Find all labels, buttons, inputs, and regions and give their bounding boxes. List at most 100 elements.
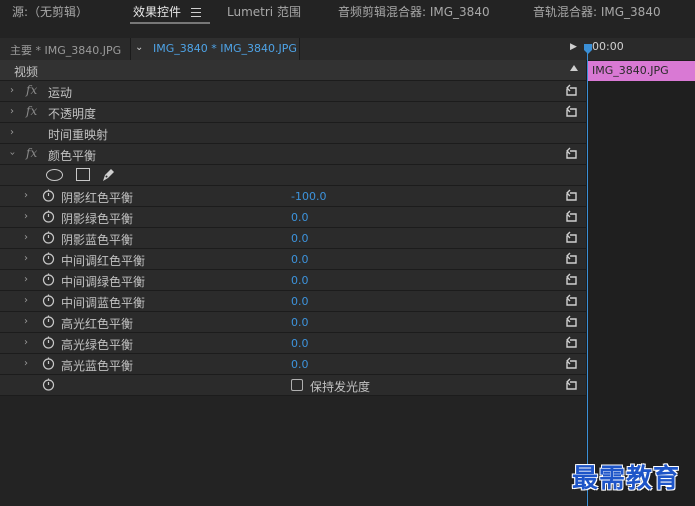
param-row[interactable]: › 中间调蓝色平衡 0.0 — [0, 291, 586, 312]
reset-icon[interactable] — [564, 335, 578, 349]
param-row[interactable]: › 阴影蓝色平衡 0.0 — [0, 228, 586, 249]
effect-label: 运动 — [48, 86, 73, 100]
param-value[interactable]: 0.0 — [291, 211, 309, 224]
chevron-right-icon[interactable]: › — [24, 295, 28, 306]
master-clip-label[interactable]: 主要 * IMG_3840.JPG — [10, 42, 121, 58]
stopwatch-icon[interactable] — [42, 273, 55, 286]
reset-icon[interactable] — [564, 230, 578, 244]
param-row[interactable]: › 中间调红色平衡 0.0 — [0, 249, 586, 270]
chevron-right-icon[interactable]: › — [24, 337, 28, 348]
effect-row-time-remap[interactable]: › 时间重映射 — [0, 123, 586, 144]
param-row[interactable]: › 阴影红色平衡 -100.0 — [0, 186, 586, 207]
stopwatch-icon[interactable] — [42, 210, 55, 223]
effect-row-opacity[interactable]: › fx 不透明度 — [0, 102, 586, 123]
color-balance-params: › 阴影红色平衡 -100.0 › 阴影绿色平衡 0.0 › 阴影蓝色平衡 0.0 › 中间调红色平… — [0, 186, 586, 375]
param-row-preserve-luminosity: 保持发光度 — [0, 375, 586, 396]
param-row[interactable]: › 中间调绿色平衡 0.0 — [0, 270, 586, 291]
fx-toggle-icon[interactable]: fx — [26, 146, 37, 160]
chevron-right-icon[interactable]: › — [10, 85, 14, 96]
reset-icon[interactable] — [564, 146, 578, 160]
effects-list: 视频 › fx 运动 › fx 不透明度 › 时间重映射 › fx 颜色平衡 ›… — [0, 60, 586, 396]
param-value[interactable]: 0.0 — [291, 337, 309, 350]
stopwatch-icon[interactable] — [42, 357, 55, 370]
mask-tools-row — [0, 165, 586, 186]
stopwatch-icon[interactable] — [42, 231, 55, 244]
playhead-line[interactable] — [587, 44, 588, 506]
reset-icon[interactable] — [564, 83, 578, 97]
param-value[interactable]: 0.0 — [291, 316, 309, 329]
fx-toggle-icon[interactable]: fx — [26, 104, 37, 118]
stopwatch-icon[interactable] — [42, 294, 55, 307]
rectangle-mask-icon[interactable] — [76, 168, 90, 181]
tab-effect-controls[interactable]: 效果控件 — [133, 3, 201, 20]
reset-icon[interactable] — [564, 188, 578, 202]
reset-icon[interactable] — [564, 356, 578, 370]
effect-label: 时间重映射 — [48, 128, 109, 142]
stopwatch-icon[interactable] — [42, 189, 55, 202]
param-label: 中间调蓝色平衡 — [61, 296, 146, 310]
fx-toggle-icon[interactable]: fx — [26, 83, 37, 97]
stopwatch-icon[interactable] — [42, 252, 55, 265]
chevron-right-icon[interactable]: › — [24, 211, 28, 222]
sequence-clip-label: IMG_3840 * IMG_3840.JPG — [153, 42, 297, 55]
video-section-header[interactable]: 视频 — [0, 60, 586, 81]
chevron-right-icon[interactable]: › — [24, 316, 28, 327]
param-row[interactable]: › 高光蓝色平衡 0.0 — [0, 354, 586, 375]
ellipse-mask-icon[interactable] — [46, 169, 63, 181]
panel-tab-bar: 源:（无剪辑） 效果控件 Lumetri 范围 音频剪辑混合器: IMG_384… — [0, 0, 695, 24]
param-row[interactable]: › 阴影绿色平衡 0.0 — [0, 207, 586, 228]
stopwatch-icon[interactable] — [42, 336, 55, 349]
reset-icon[interactable] — [564, 293, 578, 307]
effect-controls-window: 源:（无剪辑） 效果控件 Lumetri 范围 音频剪辑混合器: IMG_384… — [0, 0, 695, 506]
chevron-down-icon: ⌄ — [135, 42, 144, 53]
active-tab-underline — [130, 22, 210, 24]
reset-icon[interactable] — [564, 104, 578, 118]
tab-audio-track-mixer[interactable]: 音轨混合器: IMG_3840 — [533, 3, 661, 20]
mini-timeline[interactable] — [586, 60, 695, 506]
timeline-timecode: 00:00 — [592, 40, 624, 53]
param-row[interactable]: › 高光绿色平衡 0.0 — [0, 333, 586, 354]
param-value[interactable]: 0.0 — [291, 274, 309, 287]
chevron-down-icon[interactable]: › — [7, 152, 18, 156]
timeline-clip-label: IMG_3840.JPG — [592, 64, 669, 77]
effect-label: 不透明度 — [48, 107, 97, 121]
param-value[interactable]: 0.0 — [291, 253, 309, 266]
sequence-clip-dropdown[interactable]: ⌄ IMG_3840 * IMG_3840.JPG — [130, 38, 300, 60]
param-label: 高光绿色平衡 — [61, 338, 134, 352]
param-label: 阴影绿色平衡 — [61, 212, 134, 226]
panel-menu-icon[interactable] — [190, 8, 201, 17]
timeline-clip[interactable]: IMG_3840.JPG — [588, 61, 695, 81]
param-label: 阴影红色平衡 — [61, 191, 134, 205]
effect-row-motion[interactable]: › fx 运动 — [0, 81, 586, 102]
watermark-logo: 最需教育 — [572, 464, 681, 494]
reset-icon[interactable] — [564, 209, 578, 223]
chevron-right-icon[interactable]: › — [24, 253, 28, 264]
reset-icon[interactable] — [564, 377, 578, 391]
param-value[interactable]: 0.0 — [291, 295, 309, 308]
param-row[interactable]: › 高光红色平衡 0.0 — [0, 312, 586, 333]
chevron-right-icon[interactable]: › — [24, 274, 28, 285]
tab-audio-clip-mixer[interactable]: 音频剪辑混合器: IMG_3840 — [338, 3, 490, 20]
stopwatch-icon[interactable] — [42, 315, 55, 328]
reset-icon[interactable] — [564, 272, 578, 286]
param-label: 高光蓝色平衡 — [61, 359, 134, 373]
stopwatch-icon[interactable] — [42, 378, 55, 391]
chevron-right-icon[interactable]: › — [24, 190, 28, 201]
preserve-luminosity-checkbox[interactable] — [291, 379, 303, 391]
reset-icon[interactable] — [564, 314, 578, 328]
collapse-up-icon[interactable] — [570, 65, 578, 71]
play-only-audio-icon[interactable]: ▶ — [570, 42, 577, 52]
tab-source[interactable]: 源:（无剪辑） — [12, 3, 88, 20]
chevron-right-icon[interactable]: › — [10, 106, 14, 117]
chevron-right-icon[interactable]: › — [24, 358, 28, 369]
chevron-right-icon[interactable]: › — [10, 127, 14, 138]
chevron-right-icon[interactable]: › — [24, 232, 28, 243]
param-value[interactable]: -100.0 — [291, 190, 326, 203]
tab-lumetri-scopes[interactable]: Lumetri 范围 — [227, 3, 301, 20]
effect-row-color-balance[interactable]: › fx 颜色平衡 — [0, 144, 586, 165]
param-value[interactable]: 0.0 — [291, 232, 309, 245]
param-value[interactable]: 0.0 — [291, 358, 309, 371]
pen-mask-icon[interactable] — [100, 166, 116, 183]
reset-icon[interactable] — [564, 251, 578, 265]
param-label: 阴影蓝色平衡 — [61, 233, 134, 247]
